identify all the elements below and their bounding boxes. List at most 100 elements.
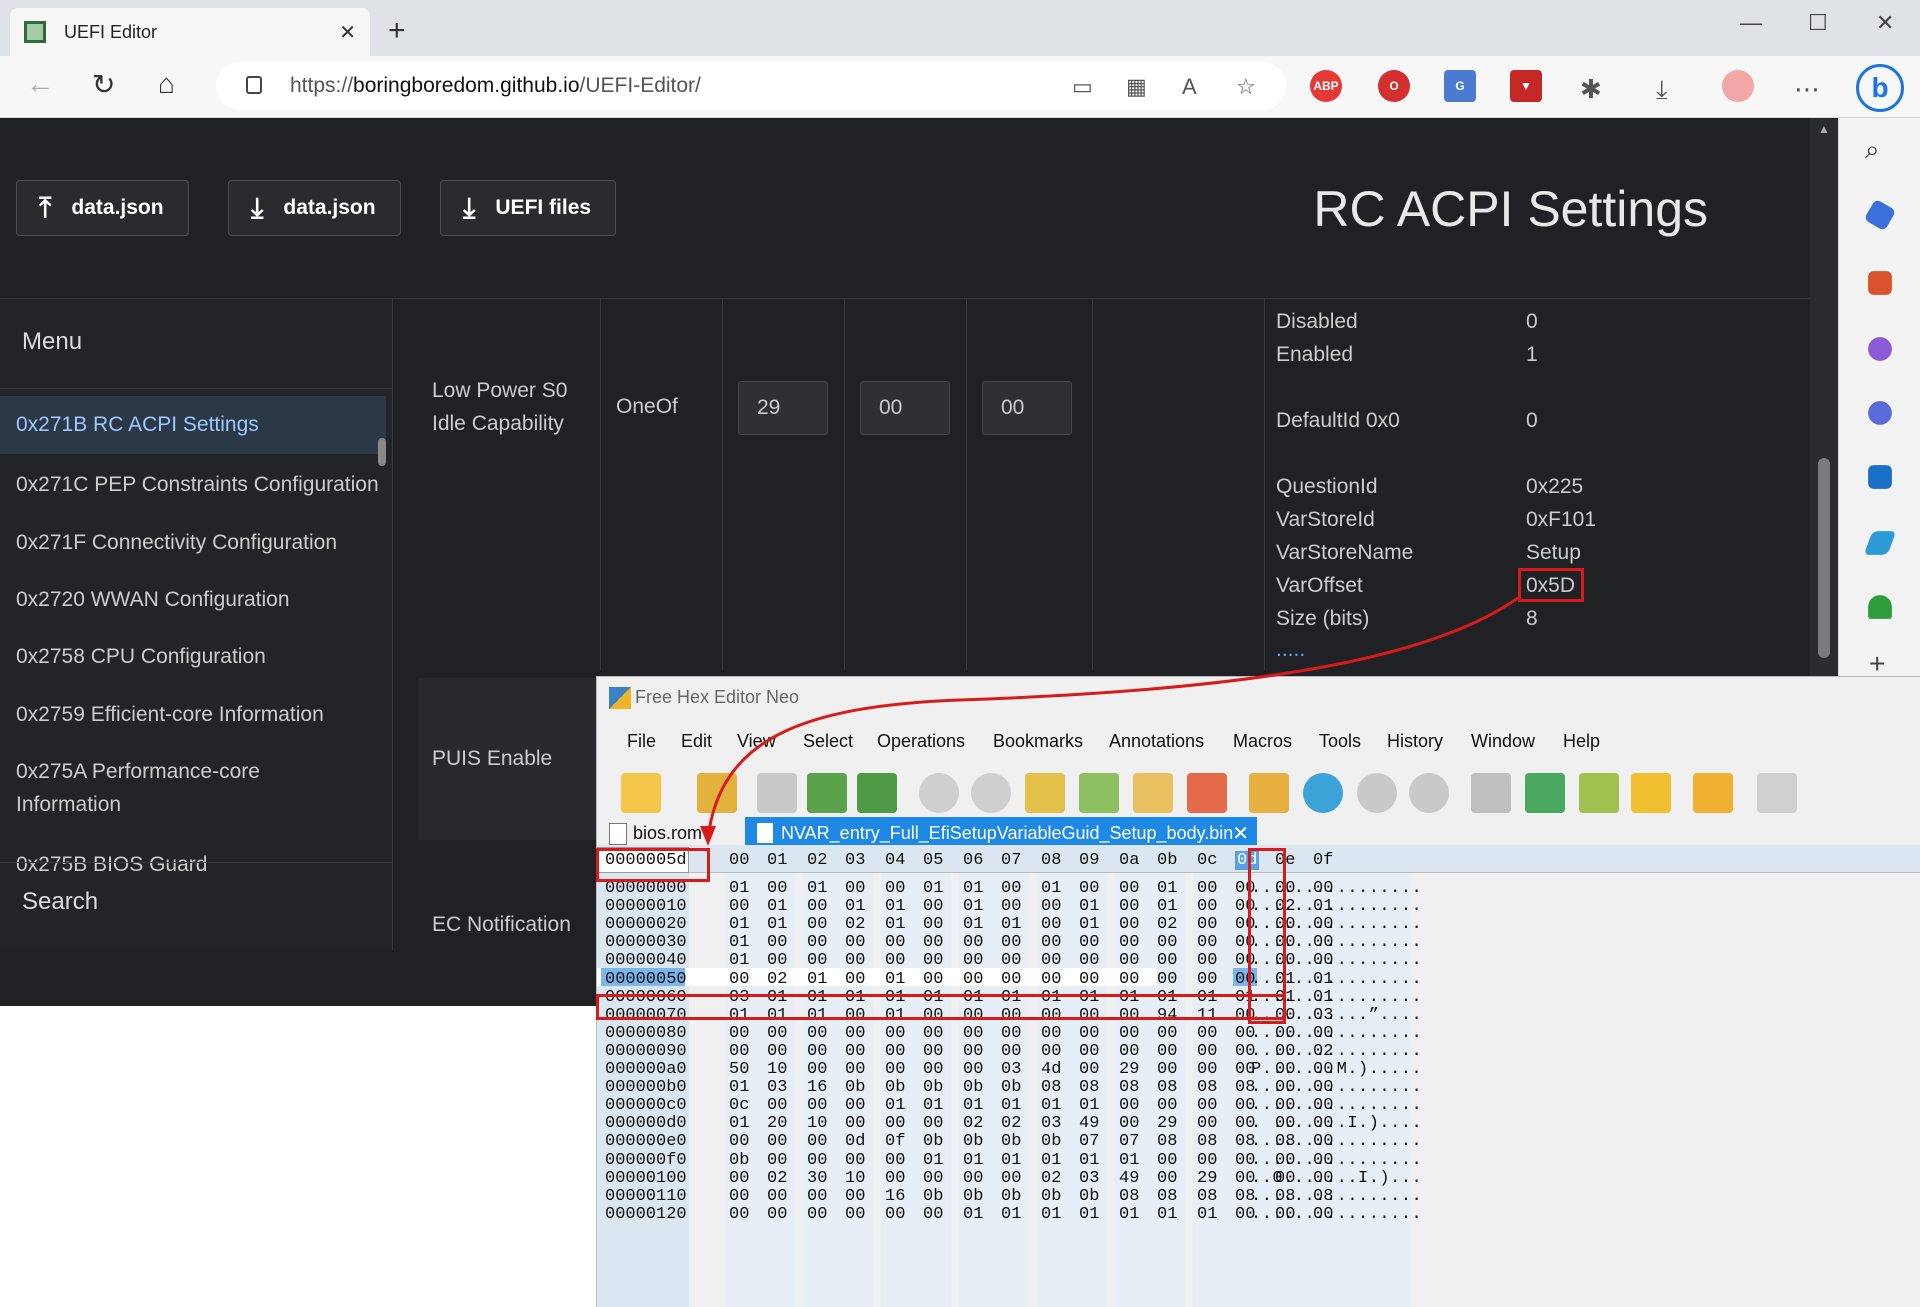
ascii-text[interactable]: ................ — [1251, 1187, 1422, 1206]
hex-byte[interactable]: 03 — [1041, 1114, 1061, 1133]
download-uefi-files-button[interactable]: ⤓ UEFI files — [440, 180, 617, 236]
hex-byte[interactable]: 00 — [845, 1096, 865, 1115]
hex-byte[interactable]: 01 — [1119, 1151, 1139, 1170]
add-favorite-icon[interactable]: ☆ — [1236, 74, 1256, 100]
hex-byte[interactable]: 01 — [885, 1096, 905, 1115]
hex-byte[interactable]: 00 — [1001, 933, 1021, 952]
adblock-plus-icon[interactable]: ABP — [1310, 70, 1342, 102]
hex-byte[interactable]: 00 — [845, 970, 865, 989]
opera-icon[interactable]: O — [1378, 70, 1410, 102]
hex-byte[interactable]: 00 — [729, 1205, 749, 1224]
hex-byte[interactable]: 01 — [1079, 1151, 1099, 1170]
new-tab-icon[interactable]: + — [388, 14, 406, 48]
hex-byte[interactable]: 29 — [1197, 1169, 1217, 1188]
dislike-icon[interactable]: ▼ — [1510, 70, 1542, 102]
hex-byte[interactable]: 00 — [1079, 970, 1099, 989]
hex-byte[interactable]: 00 — [807, 1042, 827, 1061]
hex-byte[interactable]: 00 — [963, 1042, 983, 1061]
hex-byte[interactable]: 49 — [1119, 1169, 1139, 1188]
hex-byte[interactable]: 02 — [767, 1169, 787, 1188]
hex-byte[interactable]: 00 — [807, 1205, 827, 1224]
save-icon[interactable] — [757, 773, 797, 813]
hex-byte[interactable]: 00 — [885, 933, 905, 952]
ascii-text[interactable]: ................ — [1251, 1132, 1422, 1151]
hex-byte[interactable]: 00 — [1001, 879, 1021, 898]
menu-macros[interactable]: Macros — [1233, 731, 1292, 752]
search-icon[interactable]: ⌕ — [1865, 134, 1880, 166]
hex-byte[interactable]: 08 — [1197, 1132, 1217, 1151]
hex-byte[interactable]: 49 — [1079, 1114, 1099, 1133]
hex-byte[interactable]: 00 — [729, 897, 749, 916]
hex-byte[interactable]: 01 — [1119, 1205, 1139, 1224]
hex-byte[interactable]: 0b — [963, 1132, 983, 1151]
menu-annotations[interactable]: Annotations — [1109, 731, 1204, 752]
hex-byte[interactable]: 00 — [1157, 970, 1177, 989]
hex-byte[interactable]: 02 — [767, 970, 787, 989]
hex-byte[interactable]: 00 — [923, 1060, 943, 1079]
hex-byte[interactable]: 00 — [767, 1024, 787, 1043]
hex-byte[interactable]: 0b — [923, 1132, 943, 1151]
ascii-text[interactable]: ................ — [1251, 1042, 1422, 1061]
fit-icon[interactable] — [1693, 773, 1733, 813]
more-link[interactable]: ..... — [1276, 638, 1305, 662]
hex-byte[interactable]: 00 — [1001, 1042, 1021, 1061]
menu-history[interactable]: History — [1387, 731, 1443, 752]
hex-byte[interactable]: 00 — [963, 970, 983, 989]
hex-byte[interactable]: 01 — [1079, 1205, 1099, 1224]
hex-byte[interactable]: 00 — [1119, 915, 1139, 934]
hex-byte[interactable]: 00 — [767, 879, 787, 898]
send-icon[interactable] — [1863, 531, 1897, 555]
hex-byte[interactable]: 00 — [963, 1169, 983, 1188]
hex-byte[interactable]: 08 — [1119, 1078, 1139, 1097]
hex-byte[interactable]: 00 — [1157, 1151, 1177, 1170]
menu-item-pcore[interactable]: 0x275A Performance-core — [0, 755, 386, 788]
hex-byte[interactable]: 00 — [729, 1169, 749, 1188]
hex-byte[interactable]: 01 — [963, 1096, 983, 1115]
hex-byte[interactable]: 00 — [767, 1151, 787, 1170]
hex-byte[interactable]: 00 — [1079, 933, 1099, 952]
hex-byte[interactable]: 01 — [1157, 897, 1177, 916]
hex-byte[interactable]: 00 — [767, 1042, 787, 1061]
hex-byte[interactable]: 0b — [1001, 1132, 1021, 1151]
menu-bookmarks[interactable]: Bookmarks — [993, 731, 1083, 752]
paste-icon[interactable] — [1133, 773, 1173, 813]
hex-byte[interactable]: 00 — [1157, 1096, 1177, 1115]
hex-byte[interactable]: 00 — [885, 1114, 905, 1133]
menu-item-connectivity[interactable]: 0x271F Connectivity Configuration — [0, 526, 386, 559]
hex-byte[interactable]: 00 — [1157, 1169, 1177, 1188]
hex-byte[interactable]: 00 — [1197, 1024, 1217, 1043]
hex-byte[interactable]: 00 — [845, 1114, 865, 1133]
hex-byte[interactable]: 00 — [1197, 915, 1217, 934]
hex-byte[interactable]: 00 — [1119, 970, 1139, 989]
hex-byte[interactable]: 00 — [729, 970, 749, 989]
hex-byte[interactable]: 01 — [807, 970, 827, 989]
read-aloud-icon[interactable]: A — [1182, 74, 1197, 100]
tab-close-icon[interactable]: ✕ — [1232, 821, 1249, 846]
hex-byte[interactable]: 01 — [767, 915, 787, 934]
hex-byte[interactable]: 00 — [1157, 933, 1177, 952]
hex-byte[interactable]: 00 — [767, 1187, 787, 1206]
menu-item-pep[interactable]: 0x271C PEP Constraints Configuration — [0, 468, 386, 501]
hex-byte[interactable]: 00 — [1079, 879, 1099, 898]
hex-byte[interactable]: 00 — [807, 1132, 827, 1151]
hex-byte[interactable]: 00 — [845, 933, 865, 952]
window-close-icon[interactable]: ✕ — [1876, 10, 1894, 36]
ascii-text[interactable]: ................ — [1251, 1151, 1422, 1170]
hex-byte[interactable]: 00 — [767, 1096, 787, 1115]
hex-byte[interactable]: 00 — [845, 1205, 865, 1224]
hex-byte[interactable]: 00 — [1119, 1096, 1139, 1115]
hex-byte[interactable]: 00 — [1197, 1114, 1217, 1133]
hex-byte[interactable]: 01 — [885, 915, 905, 934]
hex-byte[interactable]: 0b — [923, 1078, 943, 1097]
hex-byte[interactable]: 0b — [963, 1078, 983, 1097]
hex-byte[interactable]: 00 — [1119, 879, 1139, 898]
value-field[interactable]: 29 — [738, 381, 828, 435]
hex-byte[interactable]: 01 — [1197, 1205, 1217, 1224]
hex-byte[interactable]: 00 — [807, 933, 827, 952]
menu-item-rc-acpi[interactable]: 0x271B RC ACPI Settings — [0, 396, 386, 454]
hex-byte[interactable]: 01 — [923, 1096, 943, 1115]
scrollbar-thumb[interactable] — [1818, 458, 1830, 658]
hex-byte[interactable]: 00 — [885, 879, 905, 898]
hex-byte[interactable]: 01 — [963, 915, 983, 934]
hex-byte[interactable]: 01 — [1079, 915, 1099, 934]
